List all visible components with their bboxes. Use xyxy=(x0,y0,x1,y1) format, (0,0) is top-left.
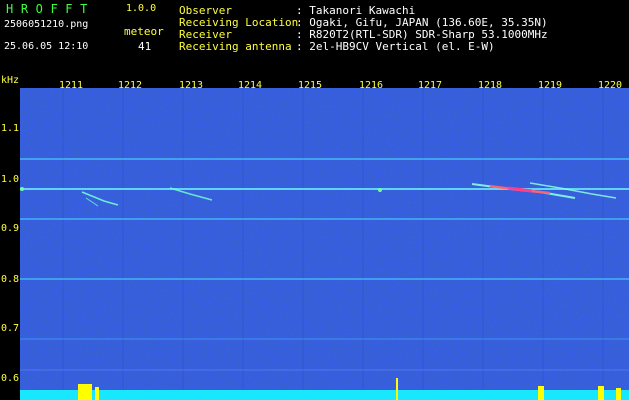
frequency-axis: kHz 1.1 1.0 0.9 0.8 0.7 0.6 xyxy=(0,76,20,400)
datetime: 25.06.05 12:10 xyxy=(4,41,89,52)
header-panel: HROFFT 1.0.0 2506051210.png meteor 25.06… xyxy=(0,0,629,76)
y-tick-1-0: 1.0 xyxy=(1,174,20,185)
y-tick-0-9: 0.9 xyxy=(1,223,20,234)
signal-baseline xyxy=(20,390,629,400)
y-tick-0-6: 0.6 xyxy=(1,373,20,384)
meteor-label: meteor xyxy=(124,25,164,38)
time-axis: 1211 1212 1213 1214 1215 1216 1217 1218 … xyxy=(20,76,629,91)
y-axis-unit: kHz xyxy=(1,75,20,86)
app-version: 1.0.0 xyxy=(126,3,157,14)
y-tick-0-7: 0.7 xyxy=(1,323,20,334)
y-tick-1-1: 1.1 xyxy=(1,123,20,134)
spectrogram xyxy=(20,88,629,400)
y-tick-0-8: 0.8 xyxy=(1,274,20,285)
app-title: HROFFT xyxy=(6,2,95,16)
meteor-count: 41 xyxy=(138,40,152,53)
antenna-label: Receiving antenna xyxy=(179,40,292,53)
filename: 2506051210.png xyxy=(4,19,89,30)
antenna-value: : 2el-HB9CV Vertical (el. E-W) xyxy=(296,40,495,53)
spectrogram-noise xyxy=(20,88,629,400)
